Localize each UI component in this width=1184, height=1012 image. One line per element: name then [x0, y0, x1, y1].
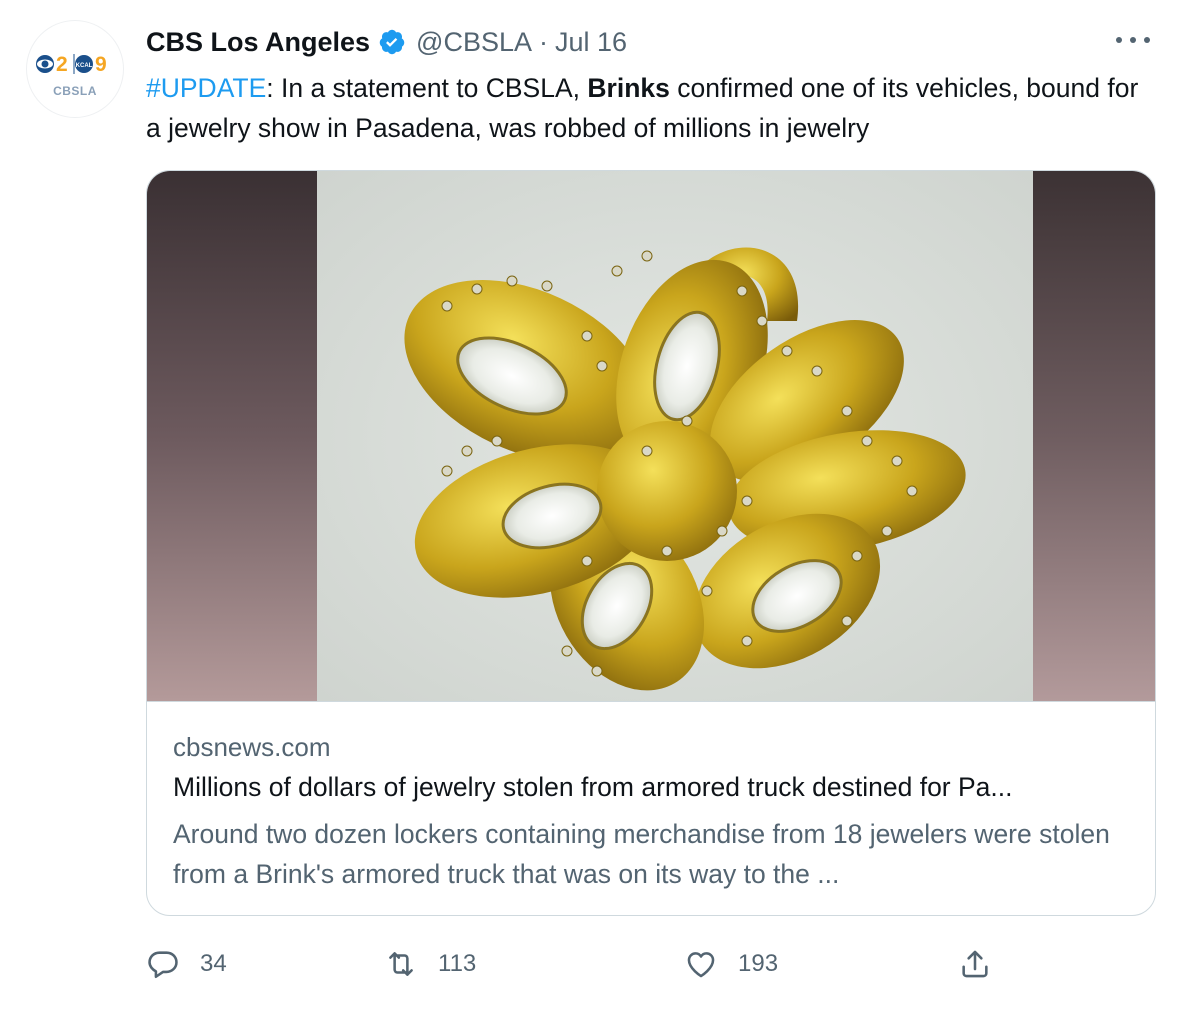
reply-count: 34 — [200, 950, 227, 977]
tweet-header: CBS Los Angeles @CBSLA · Jul 16 — [146, 24, 627, 60]
tweet-text: #UPDATE: In a statement to CBSLA, Brinks… — [146, 68, 1156, 148]
more-dot — [1144, 37, 1150, 43]
tweet-text-bold: Brinks — [587, 73, 670, 103]
ring-image — [147, 171, 1155, 701]
like-icon — [687, 952, 715, 978]
account-name[interactable]: CBS Los Angeles — [146, 27, 370, 58]
avatar[interactable]: 2 KCAL 9 CBSLA — [26, 20, 124, 118]
retweet-button[interactable]: 113 — [384, 944, 476, 984]
share-icon — [962, 950, 988, 978]
more-icon[interactable] — [1116, 30, 1150, 50]
share-button[interactable] — [958, 944, 992, 984]
like-count: 193 — [738, 950, 779, 977]
card-image[interactable] — [147, 171, 1155, 701]
card-meta[interactable]: cbsnews.com Millions of dollars of jewel… — [147, 701, 1155, 915]
like-button[interactable]: 193 — [684, 944, 778, 984]
reply-icon — [148, 951, 178, 979]
tweet-actions: 34 113 193 — [146, 944, 1156, 984]
card-domain: cbsnews.com — [173, 732, 331, 762]
verified-icon — [379, 29, 405, 55]
account-handle[interactable]: @CBSLA — [416, 27, 532, 58]
tweet-date[interactable]: Jul 16 — [555, 27, 627, 58]
more-dot — [1130, 37, 1136, 43]
tweet-text-part1: : In a statement to CBSLA, — [266, 73, 588, 103]
more-dot — [1116, 37, 1122, 43]
tweet[interactable]: 2 KCAL 9 CBSLA CBS Los Angeles @CBSLA · … — [0, 0, 1184, 1012]
hashtag-link[interactable]: #UPDATE — [146, 73, 266, 103]
link-card[interactable]: cbsnews.com Millions of dollars of jewel… — [146, 170, 1156, 916]
retweet-count: 113 — [438, 950, 477, 977]
retweet-icon — [389, 952, 413, 976]
avatar-label: CBSLA — [53, 84, 97, 98]
card-description: Around two dozen lockers containing merc… — [173, 819, 1110, 889]
cbsla-logo: 2 KCAL 9 — [36, 53, 107, 76]
svg-text:9: 9 — [95, 53, 107, 76]
svg-text:2: 2 — [56, 53, 68, 76]
svg-text:KCAL: KCAL — [76, 63, 93, 69]
card-title: Millions of dollars of jewelry stolen fr… — [173, 772, 1013, 802]
reply-button[interactable]: 34 — [146, 944, 227, 984]
separator: · — [539, 26, 548, 57]
